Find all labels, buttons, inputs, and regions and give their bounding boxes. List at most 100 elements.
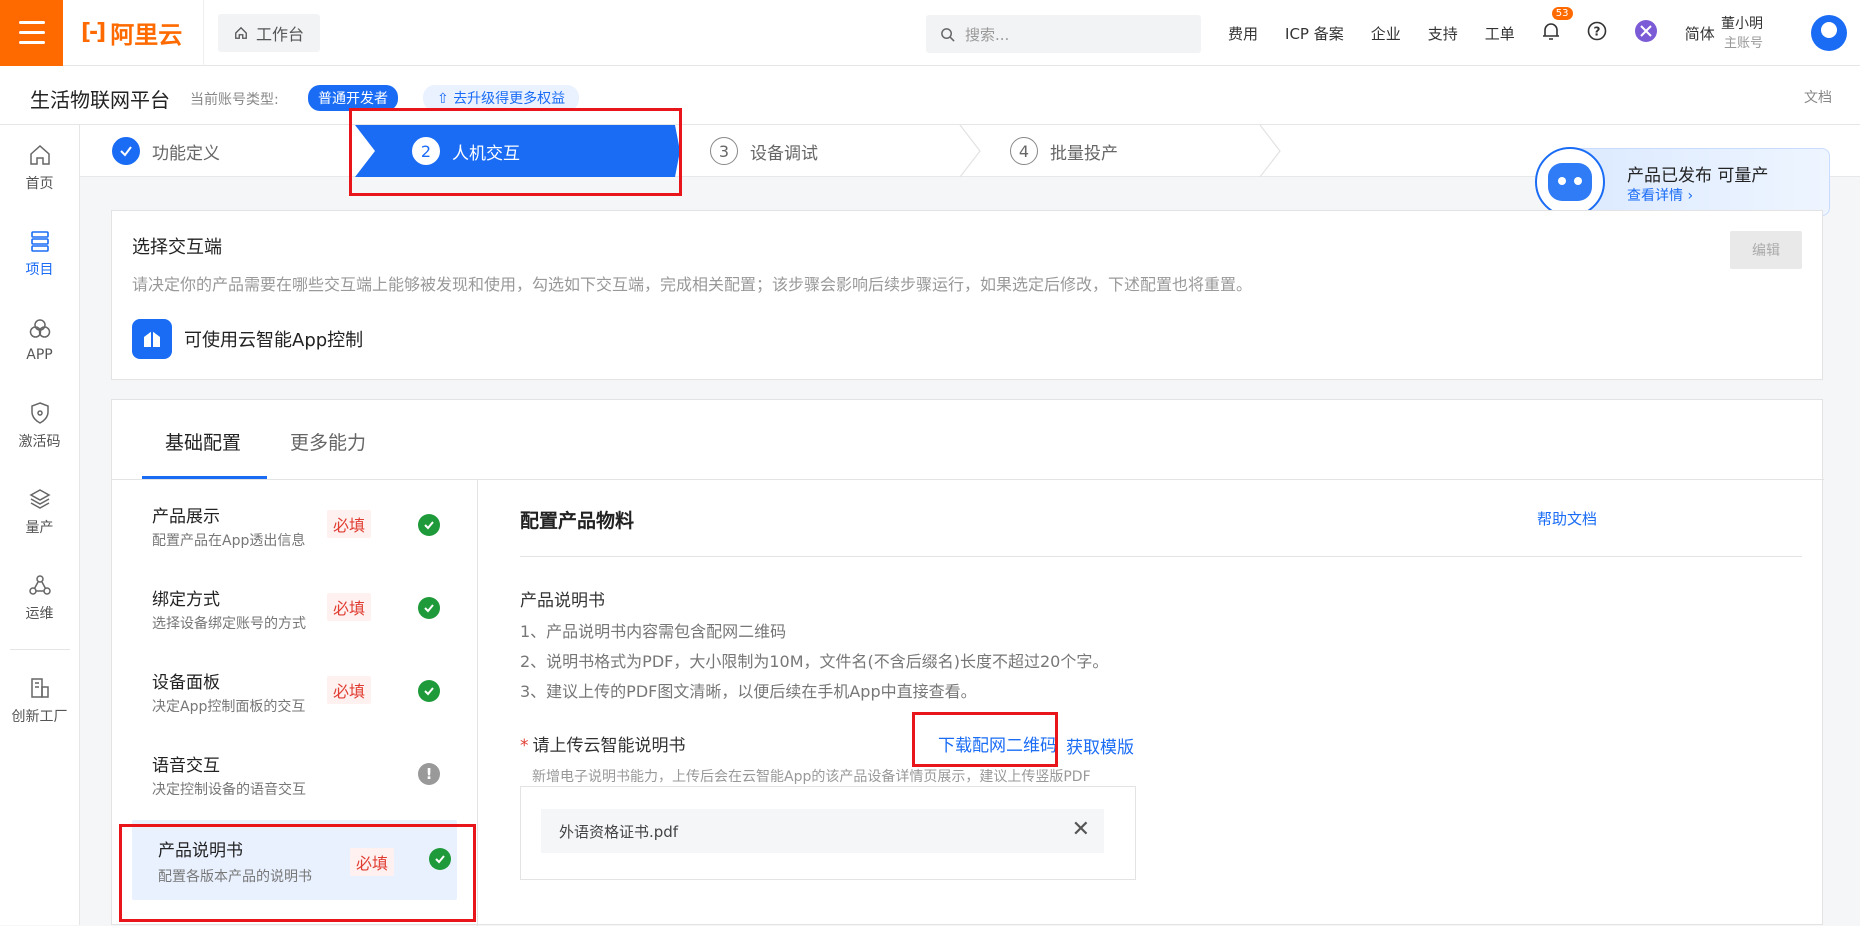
sub-header: 生活物联网平台 当前账号类型: 普通开发者 ⇧ 去升级得更多权益 文档 xyxy=(0,66,1860,125)
required-badge: 必填 xyxy=(327,676,372,704)
nav-ticket[interactable]: 工单 xyxy=(1485,23,1515,44)
nav-support[interactable]: 支持 xyxy=(1428,23,1458,44)
app-control-option: 可使用云智能App控制 xyxy=(132,319,363,359)
help-icon[interactable]: ? xyxy=(1587,21,1607,45)
upload-hint: 新增电子说明书能力，上传后会在云智能App的该产品设备详情页展示，建议上传竖版P… xyxy=(532,769,1091,785)
notification-badge: 53 xyxy=(1551,7,1573,20)
required-badge: 必填 xyxy=(327,593,372,621)
download-qr-link[interactable]: 下载配网二维码 xyxy=(938,731,1057,756)
step-number: 2 xyxy=(412,137,440,165)
workbench-button[interactable]: 工作台 xyxy=(218,13,321,52)
file-name: 外语资格证书.pdf xyxy=(559,822,679,841)
nav-icp[interactable]: ICP 备案 xyxy=(1285,23,1344,44)
home-icon xyxy=(29,144,50,165)
config-item-product-manual[interactable]: 产品说明书 配置各版本产品的说明书 必填 xyxy=(132,820,457,900)
account-type-label: 当前账号类型: xyxy=(190,92,279,108)
upgrade-label: 去升级得更多权益 xyxy=(453,91,566,107)
manual-rule-2: 2、说明书格式为PDF，大小限制为10M，文件名(不含后缀名)长度不超过20个字… xyxy=(520,652,1109,671)
user-info[interactable]: 董小明 主账号 xyxy=(1721,14,1763,54)
language-switch[interactable]: 简体 xyxy=(1685,23,1715,44)
check-circle-icon xyxy=(418,680,440,702)
nav-activation-code[interactable]: 激活码 xyxy=(0,383,79,469)
nav-label: 创新工厂 xyxy=(11,709,68,725)
step-human-machine-interaction[interactable]: 2 人机交互 xyxy=(412,125,520,177)
nav-operations[interactable]: 运维 xyxy=(0,555,79,641)
config-card: 基础配置 更多能力 产品展示 配置产品在App透出信息 必填 绑定方式 选择设备… xyxy=(111,399,1824,926)
nav-innovation-factory[interactable]: 创新工厂 xyxy=(0,658,79,744)
manual-rule-3: 3、建议上传的PDF图文清晰，以便后续在手机App中直接查看。 xyxy=(520,682,977,701)
nav-mass-production[interactable]: 量产 xyxy=(0,469,79,555)
step-mass-production[interactable]: 4 批量投产 xyxy=(1010,125,1118,177)
smart-app-icon xyxy=(132,319,172,359)
item-desc: 决定控制设备的语音交互 xyxy=(152,782,306,798)
step-device-debug[interactable]: 3 设备调试 xyxy=(710,125,818,177)
nav-divider xyxy=(9,649,70,650)
config-item-list: 产品展示 配置产品在App透出信息 必填 绑定方式 选择设备绑定账号的方式 必填… xyxy=(112,480,478,926)
app-control-label: 可使用云智能App控制 xyxy=(184,330,364,351)
required-badge: 必填 xyxy=(327,510,372,538)
card-description: 请决定你的产品需要在哪些交互端上能够被发现和使用，勾选如下交互端，完成相关配置；… xyxy=(132,275,1253,294)
active-tab-indicator xyxy=(142,476,267,479)
item-title: 产品说明书 xyxy=(158,841,243,861)
config-item-voice-interaction[interactable]: 语音交互 决定控制设备的语音交互 ! xyxy=(132,737,468,813)
item-desc: 配置各版本产品的说明书 xyxy=(158,869,312,885)
factory-icon xyxy=(30,678,49,698)
nav-project[interactable]: 项目 xyxy=(0,211,79,297)
view-details-link[interactable]: 查看详情 › xyxy=(1627,185,1693,205)
tab-bar: 基础配置 更多能力 xyxy=(112,400,1824,480)
user-role: 主账号 xyxy=(1723,36,1763,51)
bell-icon[interactable]: 53 xyxy=(1542,7,1573,45)
item-desc: 选择设备绑定账号的方式 xyxy=(152,616,306,632)
nav-label: 首页 xyxy=(25,176,54,192)
docs-link[interactable]: 文档 xyxy=(1804,87,1832,107)
workbench-label: 工作台 xyxy=(256,24,305,44)
nav-enterprise[interactable]: 企业 xyxy=(1371,23,1401,44)
config-item-binding-method[interactable]: 绑定方式 选择设备绑定账号的方式 必填 xyxy=(132,571,468,647)
platform-title: 生活物联网平台 xyxy=(30,88,170,112)
help-doc-link[interactable]: 帮助文档 xyxy=(1537,508,1597,529)
item-title: 绑定方式 xyxy=(152,590,220,610)
svg-text:?: ? xyxy=(1593,25,1600,39)
search-icon xyxy=(941,27,955,42)
upload-area[interactable]: 外语资格证书.pdf ✕ xyxy=(520,786,1136,880)
product-published-banner[interactable]: 产品已发布 可量产 查看详情 › xyxy=(1535,147,1830,217)
avatar[interactable] xyxy=(1811,15,1847,51)
ai-assistant-icon[interactable] xyxy=(1634,19,1658,47)
tab-more-capabilities[interactable]: 更多能力 xyxy=(290,428,366,455)
nav-home[interactable]: 首页 xyxy=(0,125,79,211)
item-title: 设备面板 xyxy=(152,673,220,693)
step-number: 4 xyxy=(1010,137,1038,165)
card-title: 选择交互端 xyxy=(132,237,222,258)
close-icon[interactable]: ✕ xyxy=(1072,819,1090,841)
step-label: 设备调试 xyxy=(750,143,818,164)
config-item-device-panel[interactable]: 设备面板 决定App控制面板的交互 必填 xyxy=(132,654,468,730)
check-circle-icon xyxy=(418,597,440,619)
divider xyxy=(520,556,1802,557)
item-title: 产品展示 xyxy=(152,507,220,527)
config-item-product-display[interactable]: 产品展示 配置产品在App透出信息 必填 xyxy=(132,488,468,564)
nav-label: 量产 xyxy=(25,520,54,536)
search-input[interactable]: 搜索... xyxy=(926,15,1201,53)
edit-button[interactable]: 编辑 xyxy=(1730,231,1802,269)
aliyun-logo[interactable]: [-] 阿里云 xyxy=(81,15,186,50)
step-label: 功能定义 xyxy=(152,143,220,164)
divider xyxy=(203,0,204,66)
step-function-definition[interactable]: 功能定义 xyxy=(112,125,220,177)
nav-label: 运维 xyxy=(25,606,54,622)
warning-icon: ! xyxy=(418,763,440,785)
item-desc: 决定App控制面板的交互 xyxy=(152,699,306,715)
hamburger-menu-icon[interactable] xyxy=(0,0,63,66)
promo-title: 产品已发布 可量产 xyxy=(1627,166,1769,186)
get-template-link[interactable]: 获取模版 xyxy=(1066,733,1134,758)
upload-label: * 请上传云智能说明书 xyxy=(520,736,686,756)
nav-app[interactable]: APP xyxy=(0,297,79,383)
layers-icon xyxy=(28,489,51,509)
app-icon xyxy=(29,319,50,338)
nodes-icon xyxy=(28,575,51,595)
step-label: 人机交互 xyxy=(452,143,520,164)
upgrade-button[interactable]: ⇧ 去升级得更多权益 xyxy=(423,85,580,111)
tab-basic-config[interactable]: 基础配置 xyxy=(165,428,241,455)
nav-fees[interactable]: 费用 xyxy=(1228,23,1258,44)
home-icon xyxy=(235,26,247,39)
required-badge: 必填 xyxy=(350,848,395,876)
